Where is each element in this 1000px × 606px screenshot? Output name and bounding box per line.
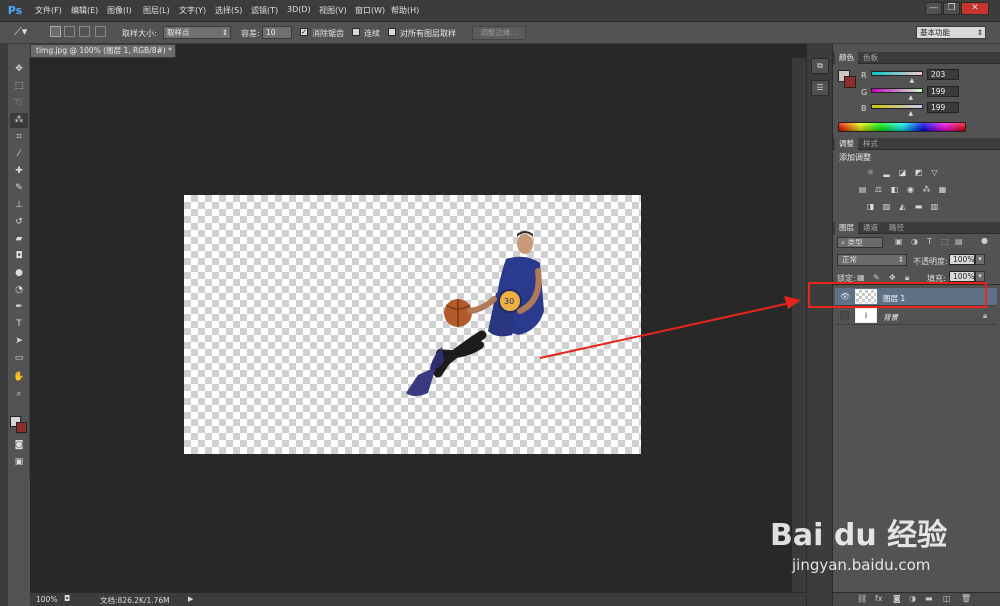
baidu-watermark-brand: Bai du 经验 — [770, 518, 948, 553]
baidu-watermark-url: jingyan.baidu.com — [792, 556, 931, 574]
annotation-arrow-line — [539, 302, 791, 359]
annotation-highlight-box — [808, 282, 987, 308]
annotation-arrowhead — [784, 296, 801, 309]
